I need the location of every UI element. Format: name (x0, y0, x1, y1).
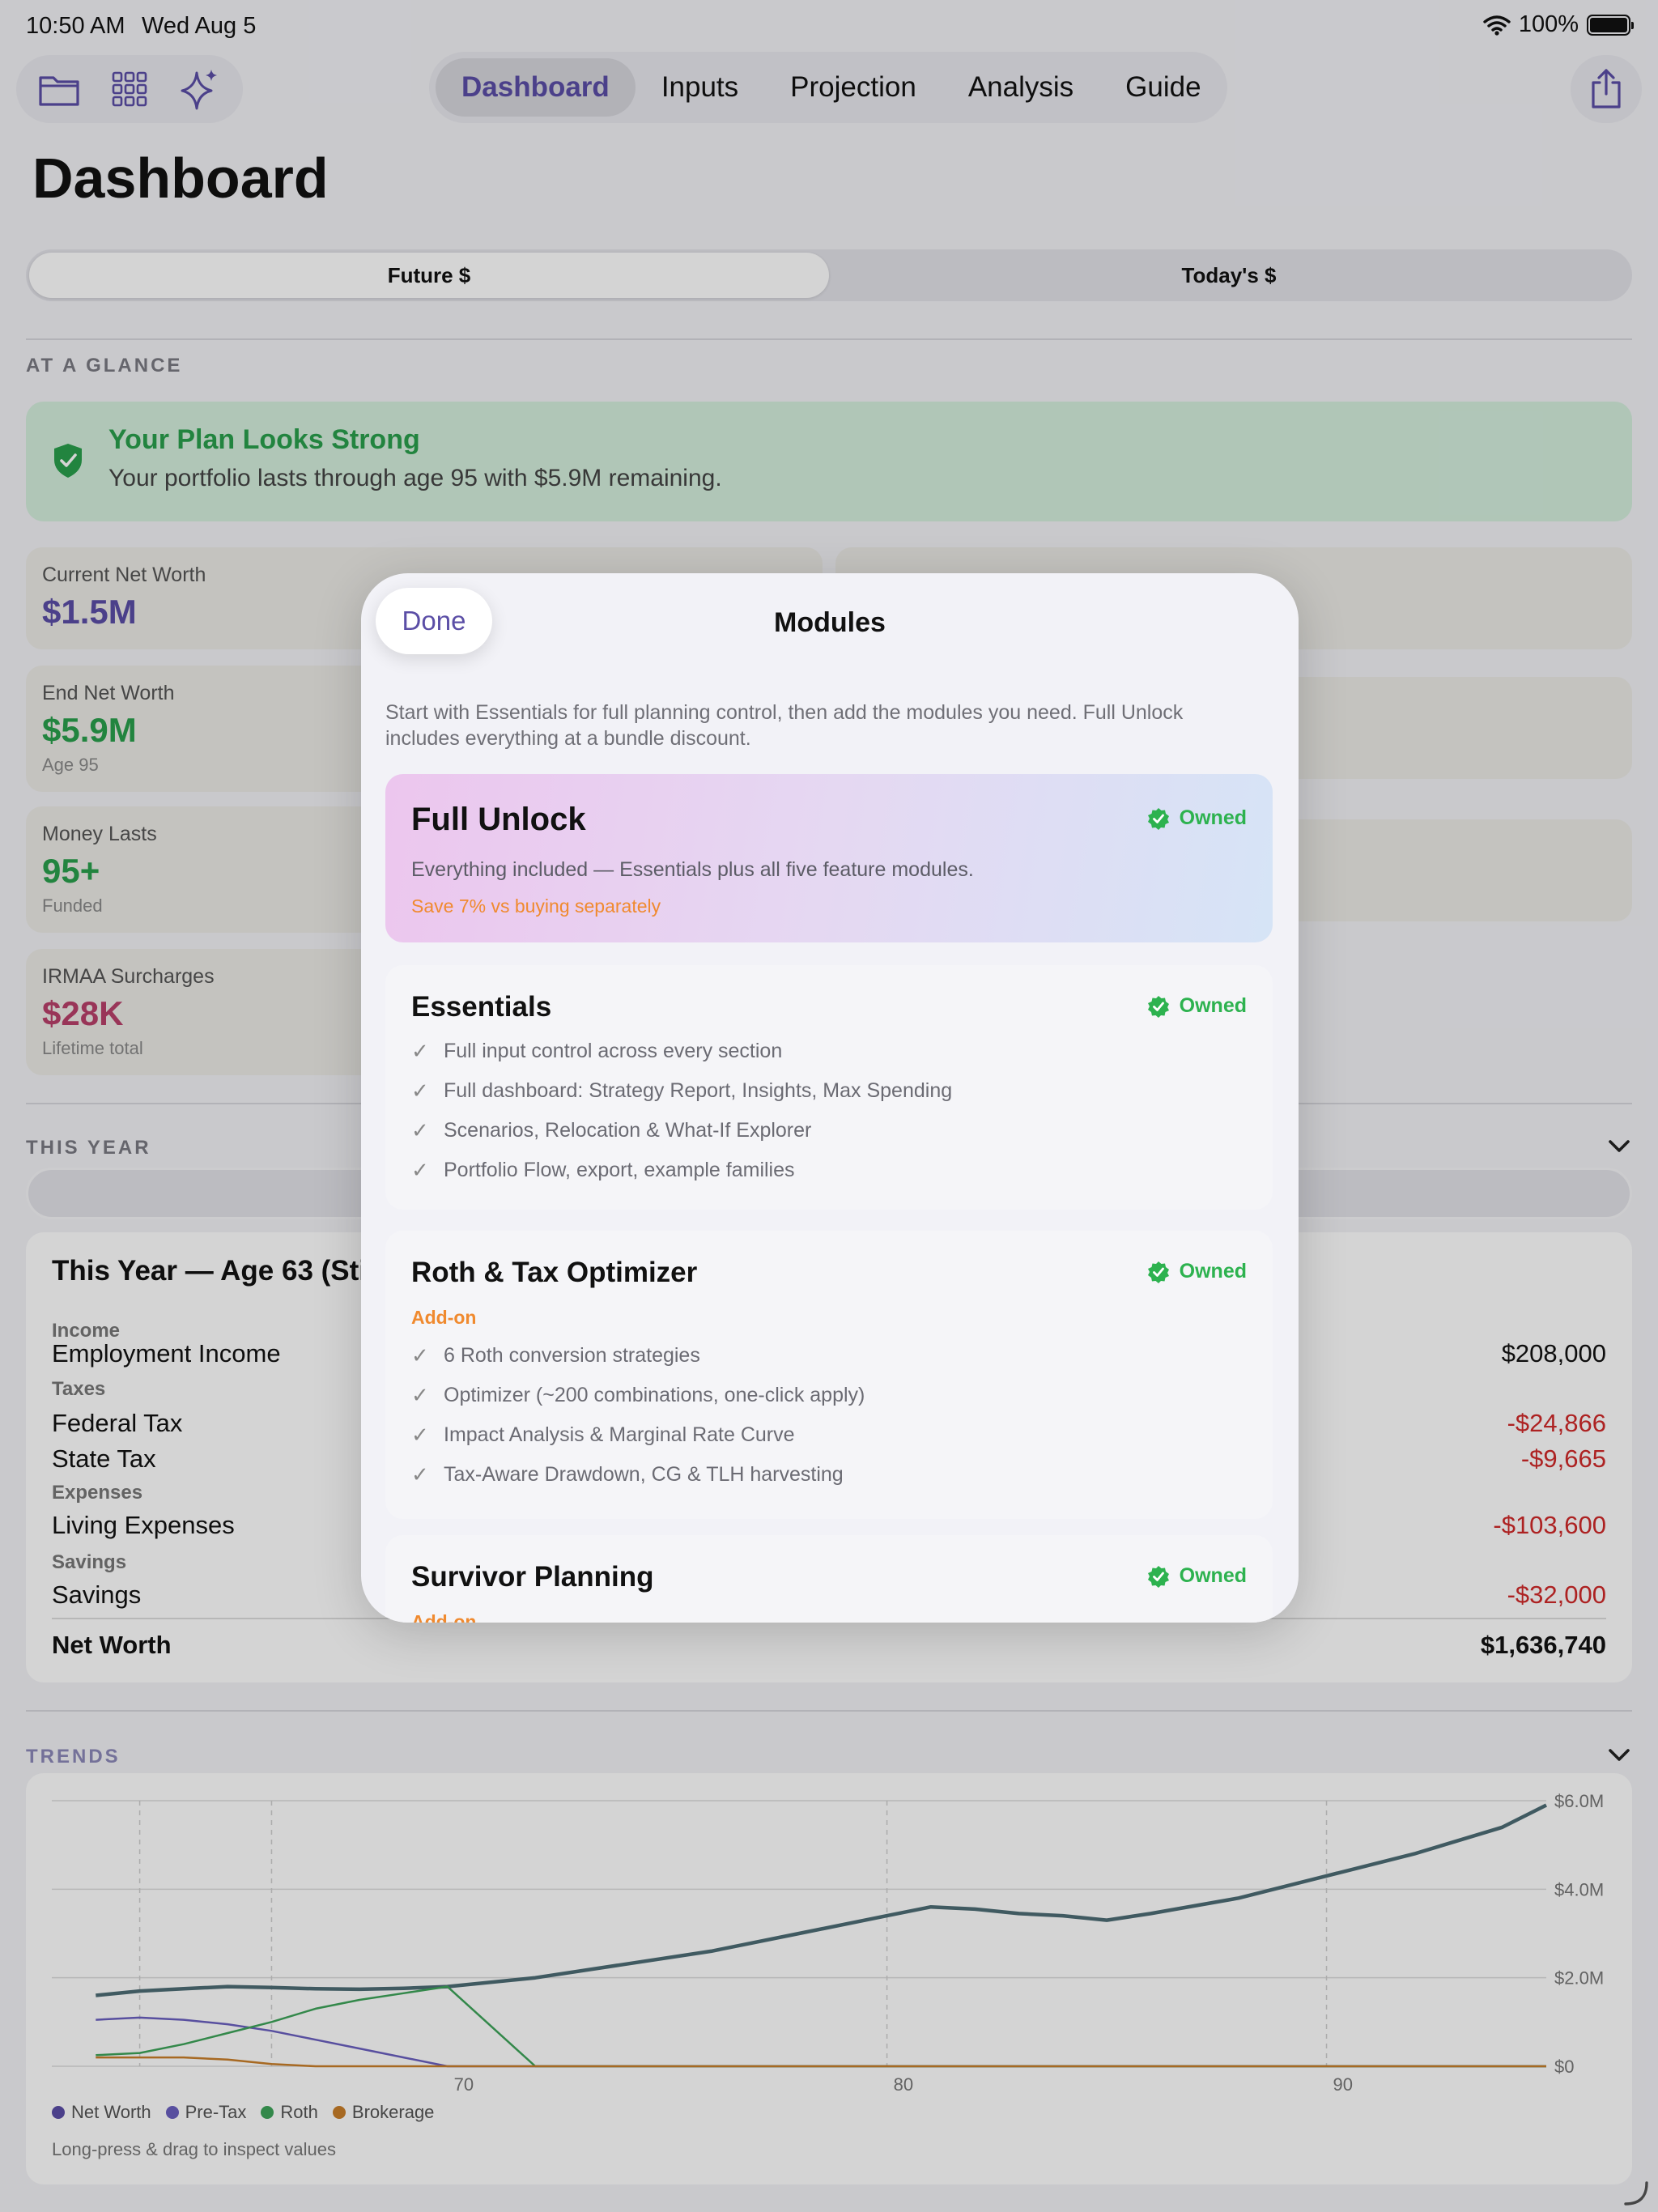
verified-check-icon (1147, 995, 1169, 1018)
owned-label: Owned (1179, 1564, 1247, 1587)
feature-item: ✓ Impact Analysis & Marginal Rate Curve (411, 1423, 795, 1447)
check-icon: ✓ (411, 1039, 429, 1063)
owned-badge: Owned (1147, 1564, 1247, 1588)
verified-check-icon (1147, 1261, 1169, 1283)
feature-item: ✓ Full input control across every section (411, 1039, 783, 1063)
owned-label: Owned (1179, 1260, 1247, 1283)
feature-list: ✓ 6 Roth conversion strategies ✓ Optimizer… (411, 1336, 865, 1495)
module-title: Survivor Planning (411, 1561, 654, 1593)
check-icon: ✓ (411, 1423, 429, 1447)
addon-tag: Add-on (411, 1611, 477, 1623)
check-icon: ✓ (411, 1158, 429, 1182)
feature-item: ✓ Optimizer (~200 combinations, one-click… (411, 1383, 865, 1407)
check-icon: ✓ (411, 1118, 429, 1142)
full-unlock-desc: Everything included — Essentials plus al… (411, 858, 974, 881)
module-title: Essentials (411, 991, 552, 1023)
module-title: Roth & Tax Optimizer (411, 1257, 698, 1288)
owned-badge: Owned (1147, 806, 1247, 830)
check-icon: ✓ (411, 1462, 429, 1487)
owned-badge: Owned (1147, 994, 1247, 1018)
full-unlock-card[interactable]: Full Unlock Owned Everything included — … (385, 774, 1273, 942)
modal-title: Modules (774, 607, 886, 638)
addon-tag: Add-on (411, 1307, 477, 1328)
feature-item: ✓ 6 Roth conversion strategies (411, 1343, 700, 1368)
owned-badge: Owned (1147, 1260, 1247, 1283)
feature-item: ✓ Full dashboard: Strategy Report, Insigh… (411, 1078, 953, 1103)
owned-label: Owned (1179, 994, 1247, 1017)
modal-intro: Start with Essentials for full planning … (385, 701, 1184, 750)
module-card-roth-tax-optimizer[interactable]: Roth & Tax Optimizer Owned Add-on ✓ 6 Rot… (385, 1231, 1273, 1519)
module-card-essentials[interactable]: Essentials Owned ✓ Full input control acr… (385, 965, 1273, 1210)
feature-list: ✓ Full input control across every section… (411, 1032, 952, 1190)
modules-sheet: Done Modules Start with Essentials for f… (361, 573, 1299, 1623)
verified-check-icon (1147, 807, 1169, 830)
feature-item: ✓ Scenarios, Relocation & What-If Explore… (411, 1118, 812, 1142)
full-unlock-title: Full Unlock (411, 802, 586, 837)
feature-item: ✓ Tax-Aware Drawdown, CG & TLH harvesting (411, 1462, 844, 1487)
check-icon: ✓ (411, 1078, 429, 1103)
verified-check-icon (1147, 1565, 1169, 1588)
check-icon: ✓ (411, 1383, 429, 1407)
module-card-survivor-planning[interactable]: Survivor Planning Owned Add-on (385, 1535, 1273, 1623)
full-unlock-savings: Save 7% vs buying separately (411, 895, 661, 917)
owned-label: Owned (1179, 806, 1247, 829)
feature-item: ✓ Portfolio Flow, export, example familie… (411, 1158, 795, 1182)
check-icon: ✓ (411, 1343, 429, 1368)
